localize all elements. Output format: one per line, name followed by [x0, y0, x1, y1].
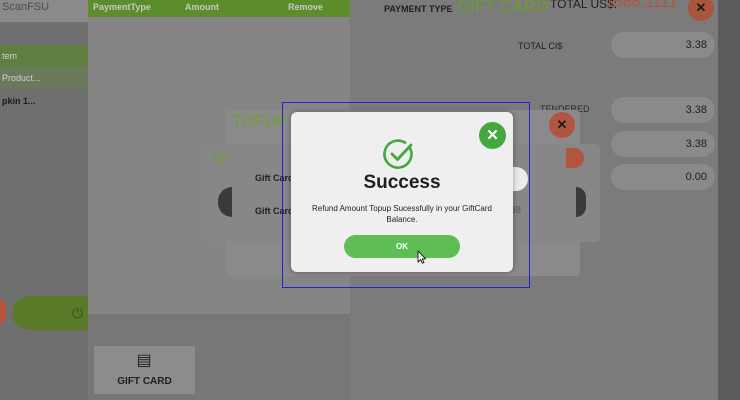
topup-close-button[interactable]: ✕ — [549, 112, 575, 138]
amount-field: 3.38 — [611, 131, 715, 157]
giftcard-dialog-title: Gi — [213, 149, 228, 166]
list-item[interactable]: Product... — [0, 67, 92, 89]
tendered-field: 3.38 — [611, 97, 715, 123]
gift-card-tile-label: GIFT CARD — [117, 376, 172, 387]
search-field[interactable]: ScanFSU — [0, 0, 92, 22]
left-red-button[interactable] — [0, 300, 6, 324]
total-ci-field: 3.38 — [611, 32, 715, 58]
credit-card-icon: ▤ — [136, 352, 152, 369]
column-header-paymenttype: PaymentType — [93, 2, 151, 12]
column-header-remove: Remove — [288, 2, 324, 12]
payment-type-value: GIFT CARD — [457, 0, 549, 16]
background-right-edge — [718, 0, 740, 400]
payment-type-label: PAYMENT TYPE — [384, 4, 453, 14]
change-field: 0.00 — [611, 164, 715, 190]
list-item[interactable]: pkin 1... — [0, 90, 92, 112]
list-item[interactable]: tem — [0, 45, 92, 67]
focus-highlight-box — [282, 102, 530, 288]
total-ci-label: TOTAL CI$ — [518, 41, 563, 51]
total-us-value: 1566.1111 — [605, 0, 678, 11]
power-icon: ⏻ — [72, 305, 84, 321]
column-header-amount: Amount — [185, 2, 219, 12]
